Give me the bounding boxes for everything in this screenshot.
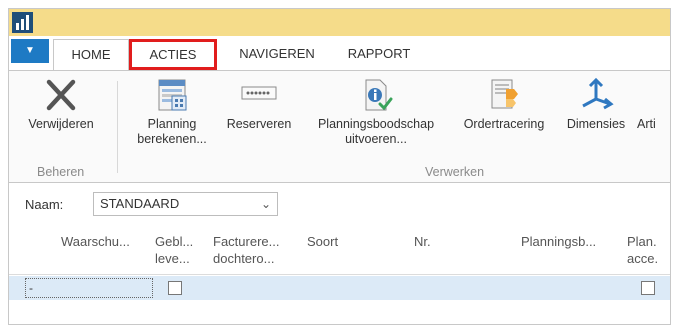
ribbon: Verwijderen Planning berekenen... Reserv… <box>9 71 670 183</box>
item-button[interactable]: Arti <box>637 77 670 161</box>
calculate-plan-label-2: berekenen... <box>137 132 207 146</box>
column-header-planning[interactable]: Planningsb... <box>521 233 615 250</box>
column-header-type[interactable]: Soort <box>307 233 357 250</box>
carry-out-message-label-1: Planningsboodschap <box>317 117 435 131</box>
app-window: ▼ HOME ACTIES NAVIGEREN RAPPORT Verwijde… <box>8 8 671 325</box>
batch-name-select[interactable]: STANDAARD ⌄ <box>93 192 278 216</box>
delete-label: Verwijderen <box>28 117 94 131</box>
column-header-blocked[interactable]: Gebl... leve... <box>155 233 207 267</box>
dynamics-nav-icon <box>12 12 33 33</box>
accept-checkbox[interactable] <box>641 281 655 295</box>
order-tracking-label: Ordertracering <box>463 117 545 131</box>
reserve-button[interactable]: Reserveren <box>219 77 299 161</box>
carry-out-message-button[interactable]: Planningsboodschap uitvoeren... <box>301 77 451 161</box>
ribbon-tab-row: ▼ HOME ACTIES NAVIGEREN RAPPORT <box>9 36 670 71</box>
batch-name-value: STANDAARD <box>100 196 180 211</box>
tab-acties[interactable]: ACTIES <box>129 39 217 70</box>
ribbon-separator <box>117 81 118 173</box>
title-bar <box>9 9 670 36</box>
chevron-down-icon: ⌄ <box>260 197 271 211</box>
dimensions-button[interactable]: Dimensies <box>557 77 635 161</box>
filter-bar: Naam: STANDAARD ⌄ <box>9 189 670 219</box>
calculate-plan-icon <box>152 77 192 113</box>
triangle-down-icon: ▼ <box>25 45 35 56</box>
column-header-invoicing[interactable]: Facturere... dochtero... <box>213 233 297 267</box>
order-tracking-button[interactable]: Ordertracering <box>453 77 555 161</box>
dimensions-icon <box>576 77 616 113</box>
tab-home[interactable]: HOME <box>53 39 129 71</box>
warning-cell[interactable]: - <box>25 278 153 298</box>
column-header-accept[interactable]: Plan. acce. <box>627 233 669 267</box>
tab-navigeren[interactable]: NAVIGEREN <box>221 39 333 70</box>
delete-button[interactable]: Verwijderen <box>15 77 107 161</box>
item-label: Arti <box>637 117 656 131</box>
grid-header: Waarschu... Gebl... leve... Facturere...… <box>9 225 670 275</box>
blocked-checkbox[interactable] <box>168 281 182 295</box>
group-label-beheren: Beheren <box>37 165 85 179</box>
delete-x-icon <box>41 77 81 113</box>
carry-out-message-label-2: uitvoeren... <box>345 132 407 146</box>
carry-out-message-icon <box>356 77 396 113</box>
calculate-plan-button[interactable]: Planning berekenen... <box>127 77 217 161</box>
tab-rapport[interactable]: RAPPORT <box>337 39 421 70</box>
column-header-warning[interactable]: Waarschu... <box>61 233 143 250</box>
calculate-plan-label-1: Planning <box>147 117 197 131</box>
dimensions-label: Dimensies <box>566 117 626 131</box>
filter-name-label: Naam: <box>25 197 64 212</box>
reserve-label: Reserveren <box>226 117 292 131</box>
app-menu-button[interactable]: ▼ <box>11 39 49 63</box>
order-tracking-icon <box>484 77 524 113</box>
column-header-no[interactable]: Nr. <box>414 233 454 250</box>
table-row[interactable]: - <box>9 276 670 300</box>
group-label-verwerken: Verwerken <box>425 165 485 179</box>
reserve-icon <box>239 77 279 113</box>
